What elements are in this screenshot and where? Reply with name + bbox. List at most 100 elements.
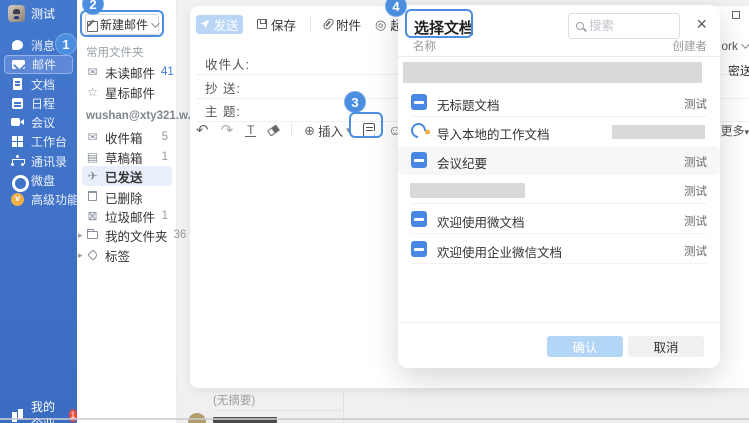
app-window: 测试 消息 邮件 文档 日程 会议 工作台 通讯录 [0, 0, 749, 423]
doc-row-redacted[interactable] [398, 59, 720, 88]
bcc-link[interactable]: 密送 [728, 62, 749, 79]
folder-inbox[interactable]: ✉ 收件箱 5 [82, 127, 172, 147]
doc-icon [11, 78, 24, 91]
save-icon [257, 19, 267, 29]
folder-starred[interactable]: ☆ 星标邮件 [82, 82, 172, 102]
current-user[interactable]: 测试 [8, 5, 55, 22]
list-header: 名称 创建者 [413, 38, 707, 54]
doc-row-welcome-wecom-doc[interactable]: 欢迎使用企业微信文档 测试 [398, 235, 720, 264]
column-creator: 创建者 [673, 38, 708, 54]
annotation-box-dialog-title [405, 9, 473, 38]
document-icon [411, 152, 427, 168]
document-icon [411, 241, 427, 257]
toolbar-divider [310, 17, 311, 31]
star-icon: ☆ [86, 86, 99, 98]
sidebar-item-meeting[interactable]: 会议 [4, 113, 73, 132]
inbox-count: 5 [162, 131, 168, 143]
save-button[interactable]: 保存 [257, 15, 296, 34]
chat-icon [11, 39, 24, 52]
text-format-icon[interactable] [245, 124, 256, 136]
folder-my-folders[interactable]: ▸ 我的文件夹 36 [82, 225, 172, 245]
doc-row-meeting-minutes[interactable]: 会议纪要 测试 [398, 146, 720, 175]
calendar-icon [11, 97, 24, 110]
large-attachment-icon: ◎ [375, 18, 386, 31]
sidebar-item-workbench[interactable]: 工作台 [4, 132, 73, 151]
redo-icon[interactable]: ↷ [221, 123, 234, 138]
document-icon [411, 94, 427, 110]
undo-icon[interactable]: ↶ [196, 123, 209, 138]
folder-drafts[interactable]: ▤ 草稿箱 1 [82, 147, 172, 167]
plus-circle-icon: ⊕ [304, 124, 315, 137]
sidebar-item-contacts[interactable]: 通讯录 [4, 152, 73, 171]
chevron-down-icon [741, 40, 749, 48]
paper-plane-icon [200, 20, 209, 29]
more-dropdown[interactable]: 更多▾ [720, 122, 749, 139]
redacted-bar [403, 62, 702, 83]
draft-icon: ▤ [86, 151, 99, 163]
folder-sent[interactable]: ✈ 已发送 [82, 166, 172, 186]
paperclip-icon [322, 17, 335, 31]
search-input[interactable] [589, 19, 669, 33]
folder-unread[interactable]: ✉ 未读邮件 41 [82, 62, 172, 82]
row-divider [411, 233, 707, 234]
folder-section-label: 常用文件夹 [86, 44, 144, 60]
account-address[interactable]: wushan@xty321.w... [86, 110, 197, 122]
sidebar-item-mail[interactable]: 邮件 [4, 55, 73, 74]
annotation-badge-1: 1 [55, 33, 77, 55]
doc-row-untitled[interactable]: 无标题文档 测试 [398, 88, 720, 117]
expand-arrow-icon[interactable]: ▸ [78, 251, 83, 260]
close-icon[interactable]: × [696, 15, 707, 33]
inbox-icon: ✉ [86, 131, 99, 143]
search-icon [576, 22, 584, 30]
import-document-icon [408, 120, 429, 141]
advanced-features-icon [11, 193, 24, 206]
drive-icon [11, 174, 24, 187]
annotation-badge-3: 3 [344, 91, 366, 113]
workbench-icon [11, 135, 24, 148]
trash-icon [86, 191, 99, 204]
clear-format-icon[interactable] [267, 124, 280, 136]
mail-icon [12, 58, 25, 71]
maximize-button[interactable] [732, 11, 740, 19]
header-divider [398, 56, 720, 57]
footer-divider [398, 322, 720, 323]
column-name: 名称 [413, 38, 436, 54]
contacts-icon [11, 155, 24, 168]
unread-count: 41 [161, 66, 174, 78]
cancel-button[interactable]: 取消 [628, 336, 704, 357]
draft-count: 1 [162, 151, 168, 163]
sidebar-item-docs[interactable]: 文档 [4, 75, 73, 94]
doc-row-redacted-name[interactable]: 测试 [398, 175, 720, 204]
confirm-button[interactable]: 确认 [547, 336, 623, 357]
format-toolbar: ↶ ↷ ⊕ 插入 ▾ [196, 116, 375, 144]
row-divider [411, 263, 707, 264]
account-switcher-cut[interactable]: ork [721, 39, 747, 53]
annotation-box-new-mail [80, 10, 164, 37]
list-divider [213, 410, 341, 411]
select-document-dialog: 选择文档 × 名称 创建者 无标题文档 测试 导入本地的工作文档 会议纪要 [398, 5, 720, 368]
doc-row-import-local[interactable]: 导入本地的工作文档 [398, 117, 720, 146]
junk-icon: ⊠ [86, 210, 99, 222]
folder-junk[interactable]: ⊠ 垃圾邮件 1 [82, 206, 172, 226]
doc-row-welcome-wedoc[interactable]: 欢迎使用微文档 测试 [398, 205, 720, 234]
search-box[interactable] [568, 13, 680, 39]
folder-panel: 新建邮件 常用文件夹 ✉ 未读邮件 41 ☆ 星标邮件 wushan@xty32… [77, 0, 177, 423]
mail-summary-text: (无摘要) [213, 392, 255, 408]
sidebar-item-advanced[interactable]: 高级功能 [4, 190, 73, 209]
user-avatar [8, 5, 25, 22]
user-name: 测试 [31, 5, 55, 22]
folder-tags[interactable]: ▸ 标签 [82, 245, 172, 265]
unread-mail-icon: ✉ [86, 66, 99, 78]
sidebar-item-drive[interactable]: 微盘 [4, 171, 73, 190]
main-sidebar: 测试 消息 邮件 文档 日程 会议 工作台 通讯录 [0, 0, 77, 423]
sent-icon: ✈ [86, 170, 99, 182]
redacted-creator-bar [612, 125, 705, 139]
insert-dropdown[interactable]: ⊕ 插入 ▾ [304, 121, 350, 140]
sidebar-item-calendar[interactable]: 日程 [4, 94, 73, 113]
send-button[interactable]: 发送 [196, 15, 243, 34]
redacted-name-bar [410, 183, 525, 198]
folder-deleted[interactable]: 已删除 [82, 187, 172, 207]
attachment-button[interactable]: 附件 [325, 15, 361, 34]
expand-arrow-icon[interactable]: ▸ [78, 231, 83, 240]
meeting-icon [11, 116, 24, 129]
